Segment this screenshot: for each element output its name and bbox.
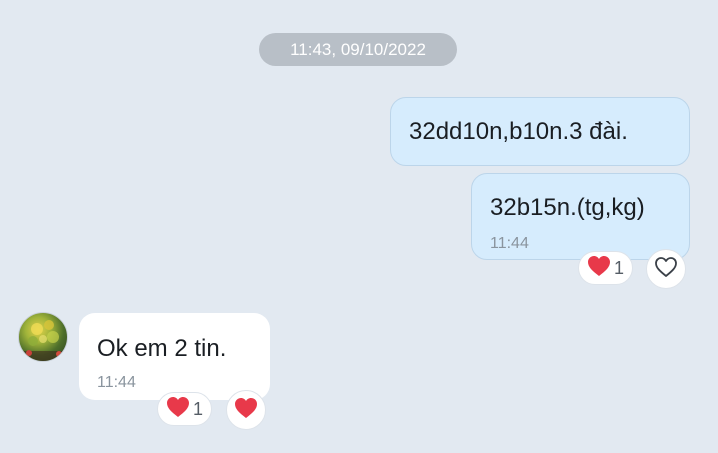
- react-button[interactable]: [226, 390, 266, 430]
- date-divider: 11:43, 09/10/2022: [259, 33, 457, 66]
- reaction-count: 1: [192, 398, 203, 419]
- incoming-message-bubble[interactable]: Ok em 2 tin. 11:44: [79, 313, 270, 400]
- reaction-summary[interactable]: 1: [157, 392, 212, 426]
- message-text: 32b15n.(tg,kg): [490, 194, 645, 221]
- heart-icon: [587, 255, 611, 282]
- avatar[interactable]: [18, 312, 68, 362]
- react-button[interactable]: [646, 249, 686, 289]
- message-time: 11:44: [97, 374, 136, 391]
- heart-icon: [234, 397, 258, 424]
- message-text: 32dd10n,b10n.3 đài.: [409, 118, 628, 145]
- outgoing-message-bubble[interactable]: 32dd10n,b10n.3 đài.: [390, 97, 690, 166]
- heart-outline-icon: [654, 256, 678, 283]
- reaction-count: 1: [613, 257, 624, 278]
- message-text: Ok em 2 tin.: [97, 335, 227, 362]
- avatar-image: [19, 320, 67, 361]
- message-time: 11:44: [490, 235, 529, 252]
- reaction-summary[interactable]: 1: [578, 251, 633, 285]
- outgoing-message-bubble[interactable]: 32b15n.(tg,kg) 11:44: [471, 173, 690, 260]
- heart-icon: [166, 396, 190, 423]
